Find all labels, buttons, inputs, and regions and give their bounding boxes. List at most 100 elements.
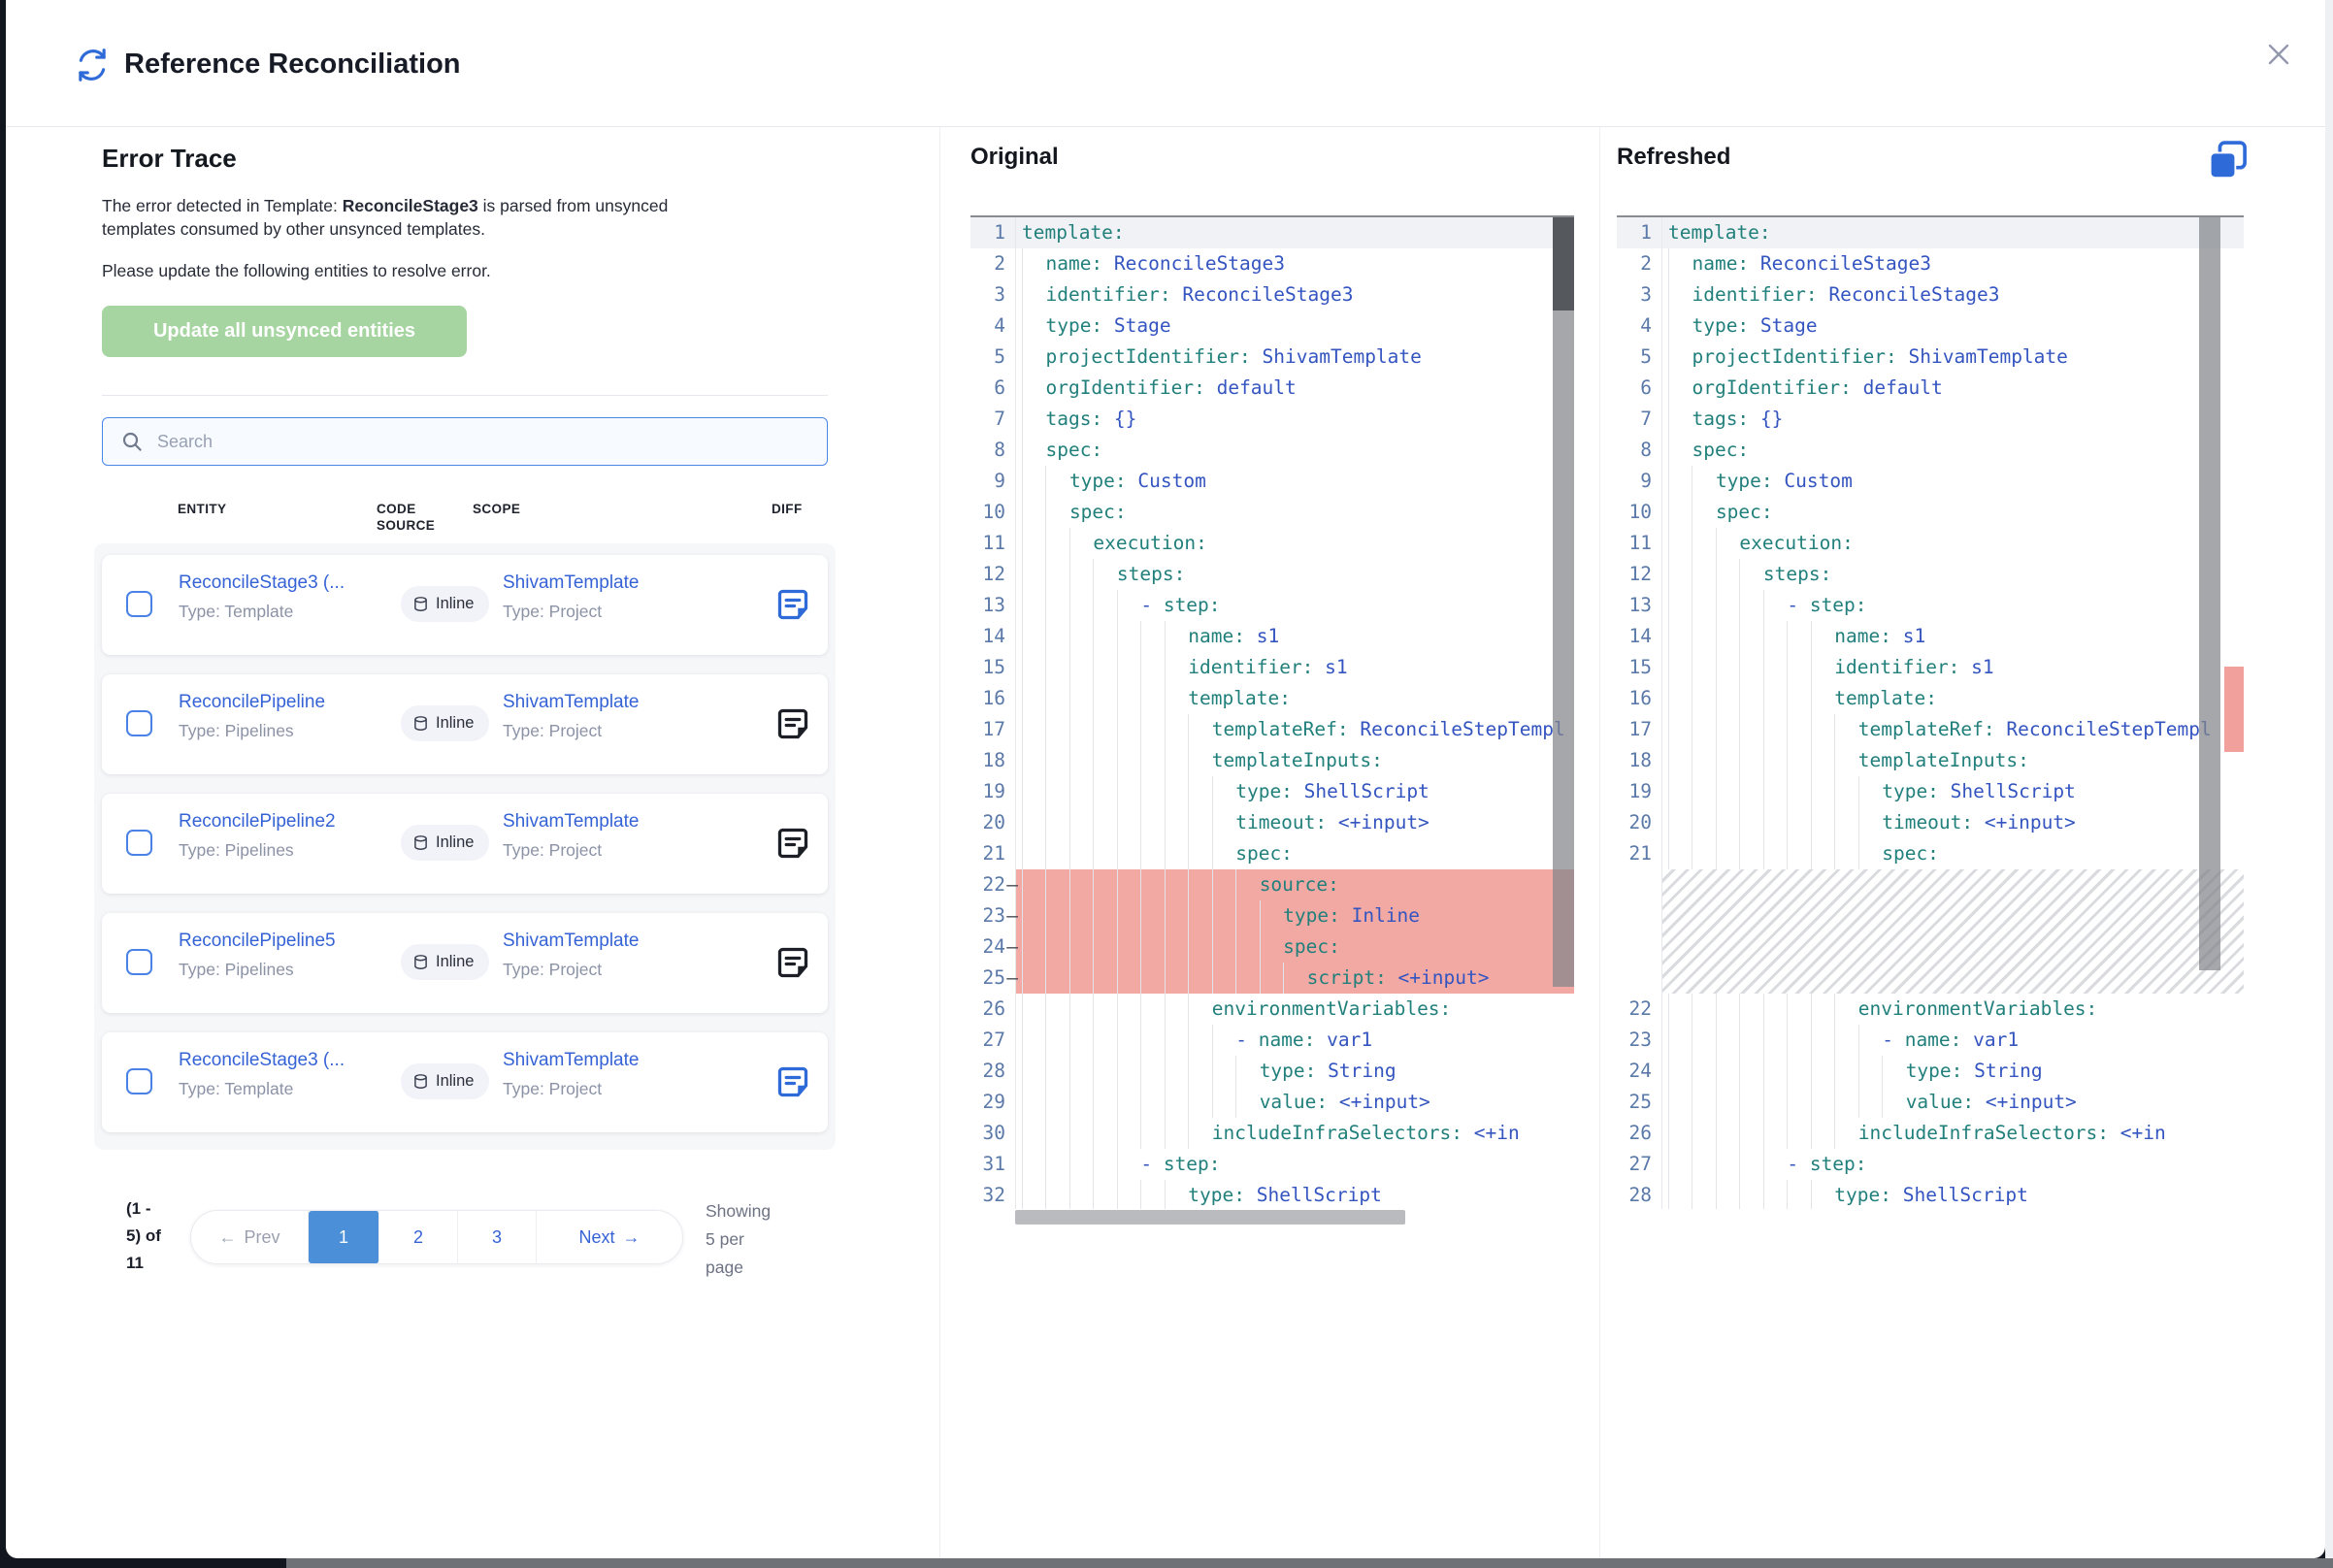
page-button-1-active[interactable]: 1 — [309, 1211, 379, 1263]
line-number: 23 — [970, 900, 1015, 931]
diff-document-icon[interactable] — [775, 826, 810, 861]
code-text: identifier: s1 — [1661, 652, 2244, 683]
line-number: 27 — [1617, 1149, 1661, 1180]
line-number: 16 — [970, 683, 1015, 714]
original-code-panel[interactable]: 1template:2name: ReconcileStage33identif… — [970, 215, 1574, 1225]
code-text: - step: — [1015, 590, 1574, 621]
scope-type-label: Type: Project — [503, 721, 602, 741]
diff-document-icon[interactable] — [775, 587, 810, 622]
row-checkbox[interactable] — [126, 830, 152, 856]
next-page-button[interactable]: Next→ — [537, 1211, 682, 1263]
original-scrollbar-track[interactable] — [1553, 310, 1574, 987]
original-horizontal-scrollbar[interactable] — [1015, 1210, 1405, 1225]
diff-document-icon[interactable] — [775, 706, 810, 741]
code-text: template: — [1661, 683, 2244, 714]
refreshed-code-editor[interactable]: 1template:2name: ReconcileStage33identif… — [1617, 215, 2244, 1209]
entity-link[interactable]: ReconcilePipeline2 — [179, 811, 336, 833]
search-box — [102, 417, 828, 466]
scope-link[interactable]: ShivamTemplate — [503, 811, 639, 833]
original-scrollbar-thumb[interactable] — [1553, 217, 1574, 310]
code-text: type: ShellScript — [1015, 1180, 1574, 1209]
code-line: 15identifier: s1 — [970, 652, 1574, 683]
entity-link[interactable]: ReconcileStage3 (... — [179, 1050, 345, 1071]
row-checkbox[interactable] — [126, 710, 152, 736]
code-text: name: s1 — [1015, 621, 1574, 652]
line-number: 7 — [1617, 404, 1661, 435]
diff-document-icon[interactable] — [775, 945, 810, 980]
range-line: 11 — [126, 1250, 194, 1277]
page-button-2[interactable]: 2 — [379, 1211, 458, 1263]
code-source-label: Inline — [436, 953, 474, 971]
entity-link[interactable]: ReconcileStage3 (... — [179, 572, 345, 594]
prev-page-button[interactable]: ←Prev — [191, 1211, 309, 1263]
diff-document-icon[interactable] — [775, 1064, 810, 1099]
code-line: 24spec: — [970, 931, 1574, 963]
code-text: name: ReconcileStage3 — [1015, 248, 1574, 279]
code-text: spec: — [1015, 838, 1574, 869]
code-line: 18templateInputs: — [970, 745, 1574, 776]
page-horizontal-scrollbar[interactable] — [286, 1558, 2333, 1568]
line-number: 14 — [1617, 621, 1661, 652]
code-source-badge: Inline — [401, 705, 489, 741]
code-line: 15identifier: s1 — [1617, 652, 2244, 683]
line-number: 15 — [970, 652, 1015, 683]
code-line: 22source: — [970, 869, 1574, 900]
search-input[interactable] — [144, 417, 827, 466]
error-trace-instruction: Please update the following entities to … — [102, 261, 781, 281]
scope-link[interactable]: ShivamTemplate — [503, 692, 639, 713]
scope-link[interactable]: ShivamTemplate — [503, 931, 639, 952]
page-button-3[interactable]: 3 — [458, 1211, 537, 1263]
code-line: 1template: — [1617, 217, 2244, 248]
close-button[interactable] — [2253, 29, 2304, 80]
code-line: 17templateRef: ReconcileStepTempl — [970, 714, 1574, 745]
code-line: 13- step: — [1617, 590, 2244, 621]
code-text: - name: var1 — [1661, 1025, 2244, 1056]
code-source-label: Inline — [436, 833, 474, 852]
scope-link[interactable]: ShivamTemplate — [503, 1050, 639, 1071]
entity-link[interactable]: ReconcilePipeline — [179, 692, 325, 713]
search-icon — [120, 430, 144, 453]
code-line: 2name: ReconcileStage3 — [970, 248, 1574, 279]
line-number: 21 — [970, 838, 1015, 869]
line-number: 25 — [1617, 1087, 1661, 1118]
code-text: type: ShellScript — [1661, 1180, 2244, 1209]
entity-row: ReconcileStage3 (... Type: Template Inli… — [102, 555, 828, 655]
original-code-editor[interactable]: 1template:2name: ReconcileStage33identif… — [970, 215, 1574, 1209]
update-all-unsynced-entities-button[interactable]: Update all unsynced entities — [102, 306, 467, 357]
refreshed-scrollbar-track[interactable] — [2199, 217, 2220, 970]
code-line: 29value: <+input> — [970, 1087, 1574, 1118]
showing-line: page — [706, 1254, 812, 1282]
line-number: 1 — [1617, 217, 1661, 248]
code-text: spec: — [1661, 838, 2244, 869]
code-line: 25script: <+input> — [970, 963, 1574, 994]
line-number: 25 — [970, 963, 1015, 994]
code-text: type: Stage — [1015, 310, 1574, 342]
line-number: 18 — [1617, 745, 1661, 776]
code-text: projectIdentifier: ShivamTemplate — [1015, 342, 1574, 373]
row-checkbox[interactable] — [126, 949, 152, 975]
refreshed-code-panel[interactable]: 1template:2name: ReconcileStage33identif… — [1617, 215, 2244, 1225]
line-number: 14 — [970, 621, 1015, 652]
line-number: 5 — [970, 342, 1015, 373]
line-number: 32 — [970, 1180, 1015, 1209]
row-checkbox[interactable] — [126, 591, 152, 617]
code-line: 3identifier: ReconcileStage3 — [970, 279, 1574, 310]
entity-link[interactable]: ReconcilePipeline5 — [179, 931, 336, 952]
code-text: projectIdentifier: ShivamTemplate — [1661, 342, 2244, 373]
dialog-header: Reference Reconciliation — [6, 0, 2325, 127]
line-number: 13 — [970, 590, 1015, 621]
code-source-badge: Inline — [401, 586, 489, 622]
line-number: 12 — [1617, 559, 1661, 590]
column-header-scope: SCOPE — [473, 501, 520, 517]
code-line: 11execution: — [1617, 528, 2244, 559]
code-line: 14name: s1 — [970, 621, 1574, 652]
code-text: execution: — [1015, 528, 1574, 559]
line-number: 3 — [970, 279, 1015, 310]
scope-link[interactable]: ShivamTemplate — [503, 572, 639, 594]
entity-row: ReconcilePipeline Type: Pipelines Inline… — [102, 674, 828, 774]
row-checkbox[interactable] — [126, 1068, 152, 1094]
code-line: 24type: String — [1617, 1056, 2244, 1087]
code-text: template: — [1015, 683, 1574, 714]
copy-icon[interactable] — [2207, 140, 2250, 182]
code-text: templateRef: ReconcileStepTempl — [1661, 714, 2244, 745]
